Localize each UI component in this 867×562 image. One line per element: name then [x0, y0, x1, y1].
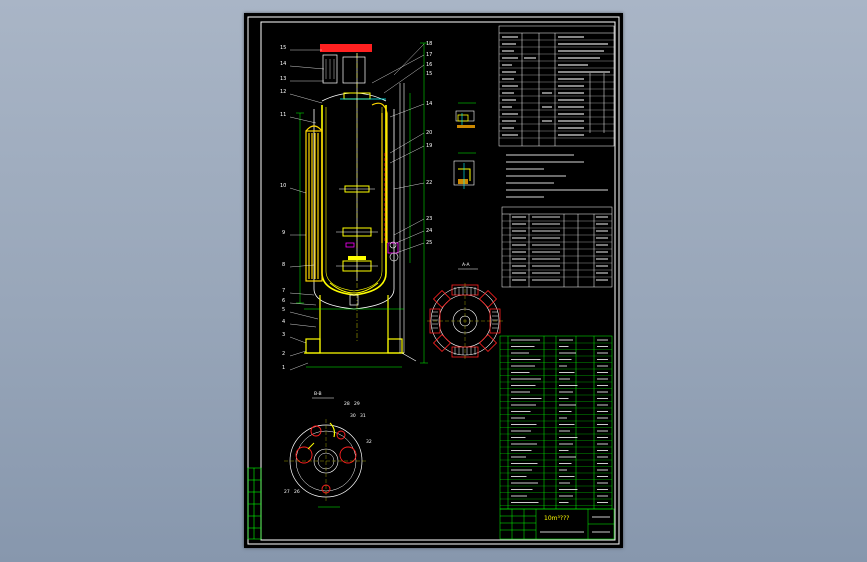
callout-right-2: 17 [426, 52, 432, 58]
callout-left-3: 13 [280, 76, 286, 82]
plan-callout-7: 26 [294, 489, 300, 495]
plan-callout-4: 31 [360, 413, 366, 419]
technical-notes [506, 154, 608, 198]
callout-left-14: 2 [282, 351, 285, 357]
nozzle-table-scribbles [512, 216, 608, 281]
detail-view-lower [453, 152, 476, 189]
callout-right-11: 25 [426, 240, 432, 246]
callout-left-9: 7 [282, 288, 285, 294]
plan-callout-6: 27 [284, 489, 290, 495]
callout-left-7: 9 [282, 230, 285, 236]
callout-left-2: 14 [280, 61, 286, 67]
title-block-text: 10m³??? [544, 515, 569, 522]
callout-right-9: 23 [426, 216, 432, 222]
spec-table-scribbles [502, 36, 610, 136]
callout-left-12: 4 [282, 319, 285, 325]
bottom-outlet [349, 294, 359, 306]
nozzle-table-rows [502, 220, 612, 278]
title-block [499, 508, 615, 540]
plan-callout-1: 28 [344, 401, 350, 407]
callout-right-7: 19 [426, 143, 432, 149]
callout-right-3: 16 [426, 62, 432, 68]
callout-labels: 15 14 13 12 11 10 9 8 7 6 5 4 3 2 1 18 1… [280, 41, 432, 371]
top-head [321, 92, 387, 102]
side-gauge [399, 83, 417, 362]
detail-view-upper [455, 102, 476, 128]
callout-right-4: 15 [426, 71, 432, 77]
parts-list-scribbles [511, 339, 608, 503]
callout-left-11: 5 [282, 307, 285, 313]
plan-callout-3: 30 [350, 413, 356, 419]
callout-right-1: 18 [426, 41, 432, 47]
plan-callout-2: 29 [354, 401, 360, 407]
section-a-a: A-A [427, 262, 503, 359]
callout-left-13: 3 [282, 332, 285, 338]
revision-strip [247, 467, 262, 540]
callout-right-8: 22 [426, 180, 432, 186]
callout-left-5: 11 [280, 112, 286, 118]
section-a-label: A-A [462, 262, 471, 268]
callout-left-15: 1 [282, 365, 285, 371]
plan-callout-5: 32 [366, 439, 372, 445]
nozzle-table [501, 206, 613, 288]
callout-right-5: 14 [426, 101, 432, 107]
callout-right-6: 20 [426, 130, 432, 136]
vessel-elevation [289, 42, 428, 371]
reducer [342, 56, 366, 84]
callout-left-4: 12 [280, 89, 286, 95]
cad-drawing-sheet: 15 14 13 12 11 10 9 8 7 6 5 4 3 2 1 18 1… [244, 13, 623, 548]
drawing-canvas: 15 14 13 12 11 10 9 8 7 6 5 4 3 2 1 18 1… [247, 16, 620, 545]
callout-left-6: 10 [280, 183, 286, 189]
callout-right-10: 24 [426, 228, 432, 234]
vessel-shell [321, 105, 387, 296]
callout-left-10: 6 [282, 298, 285, 304]
motor-drive [320, 44, 372, 52]
callout-left-8: 8 [282, 262, 285, 268]
vessel-legs [304, 295, 404, 354]
section-b-b: B-B 28 29 30 31 32 27 26 [284, 391, 372, 508]
section-b-label: B-B [314, 391, 322, 397]
spec-table-rows [499, 39, 614, 139]
callout-left-1: 15 [280, 45, 286, 51]
